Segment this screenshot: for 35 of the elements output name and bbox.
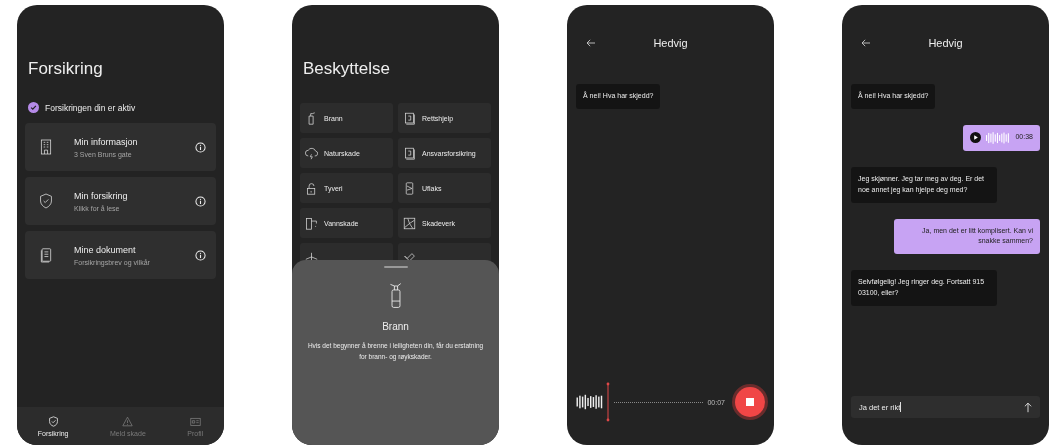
card-title: Mine dokument — [74, 244, 137, 255]
shield-icon — [39, 193, 53, 209]
waveform-drawing — [576, 393, 604, 411]
lock-icon — [305, 181, 318, 195]
waveform-drawing — [986, 131, 1011, 144]
cloud-icon — [305, 146, 318, 160]
back-arrow-icon[interactable] — [861, 39, 871, 47]
card-title: Min informasjon — [74, 136, 139, 147]
chat-title: Hedvig — [653, 37, 688, 49]
back-arrow-icon[interactable] — [586, 39, 596, 47]
shield-icon — [47, 415, 59, 427]
book-icon — [403, 111, 416, 125]
page-title: Beskyttelse — [302, 59, 391, 79]
document-icon — [39, 247, 53, 263]
info-icon[interactable] — [195, 141, 206, 153]
building-icon — [39, 139, 53, 155]
send-arrow-icon[interactable] — [1024, 401, 1032, 413]
card-title: Min forsikring — [74, 190, 129, 201]
extinguisher-icon — [305, 111, 318, 125]
sheet-handle[interactable] — [383, 266, 408, 268]
extinguisher-icon — [387, 282, 404, 309]
playhead-line — [606, 382, 610, 422]
book-icon — [403, 146, 416, 160]
phone-icon — [403, 181, 416, 195]
chat-title: Hedvig — [928, 37, 963, 49]
page-title: Forsikring — [27, 59, 104, 79]
id-card-icon — [189, 415, 201, 427]
play-icon[interactable] — [970, 132, 982, 144]
sheet-title: Brann — [382, 321, 409, 332]
stop-recording-button[interactable] — [735, 387, 765, 417]
status-text: Forsikringen din er aktiv — [45, 102, 136, 113]
broken-window-icon — [403, 216, 416, 230]
warning-icon — [122, 415, 134, 427]
info-icon[interactable] — [195, 195, 206, 207]
info-icon[interactable] — [195, 249, 206, 261]
